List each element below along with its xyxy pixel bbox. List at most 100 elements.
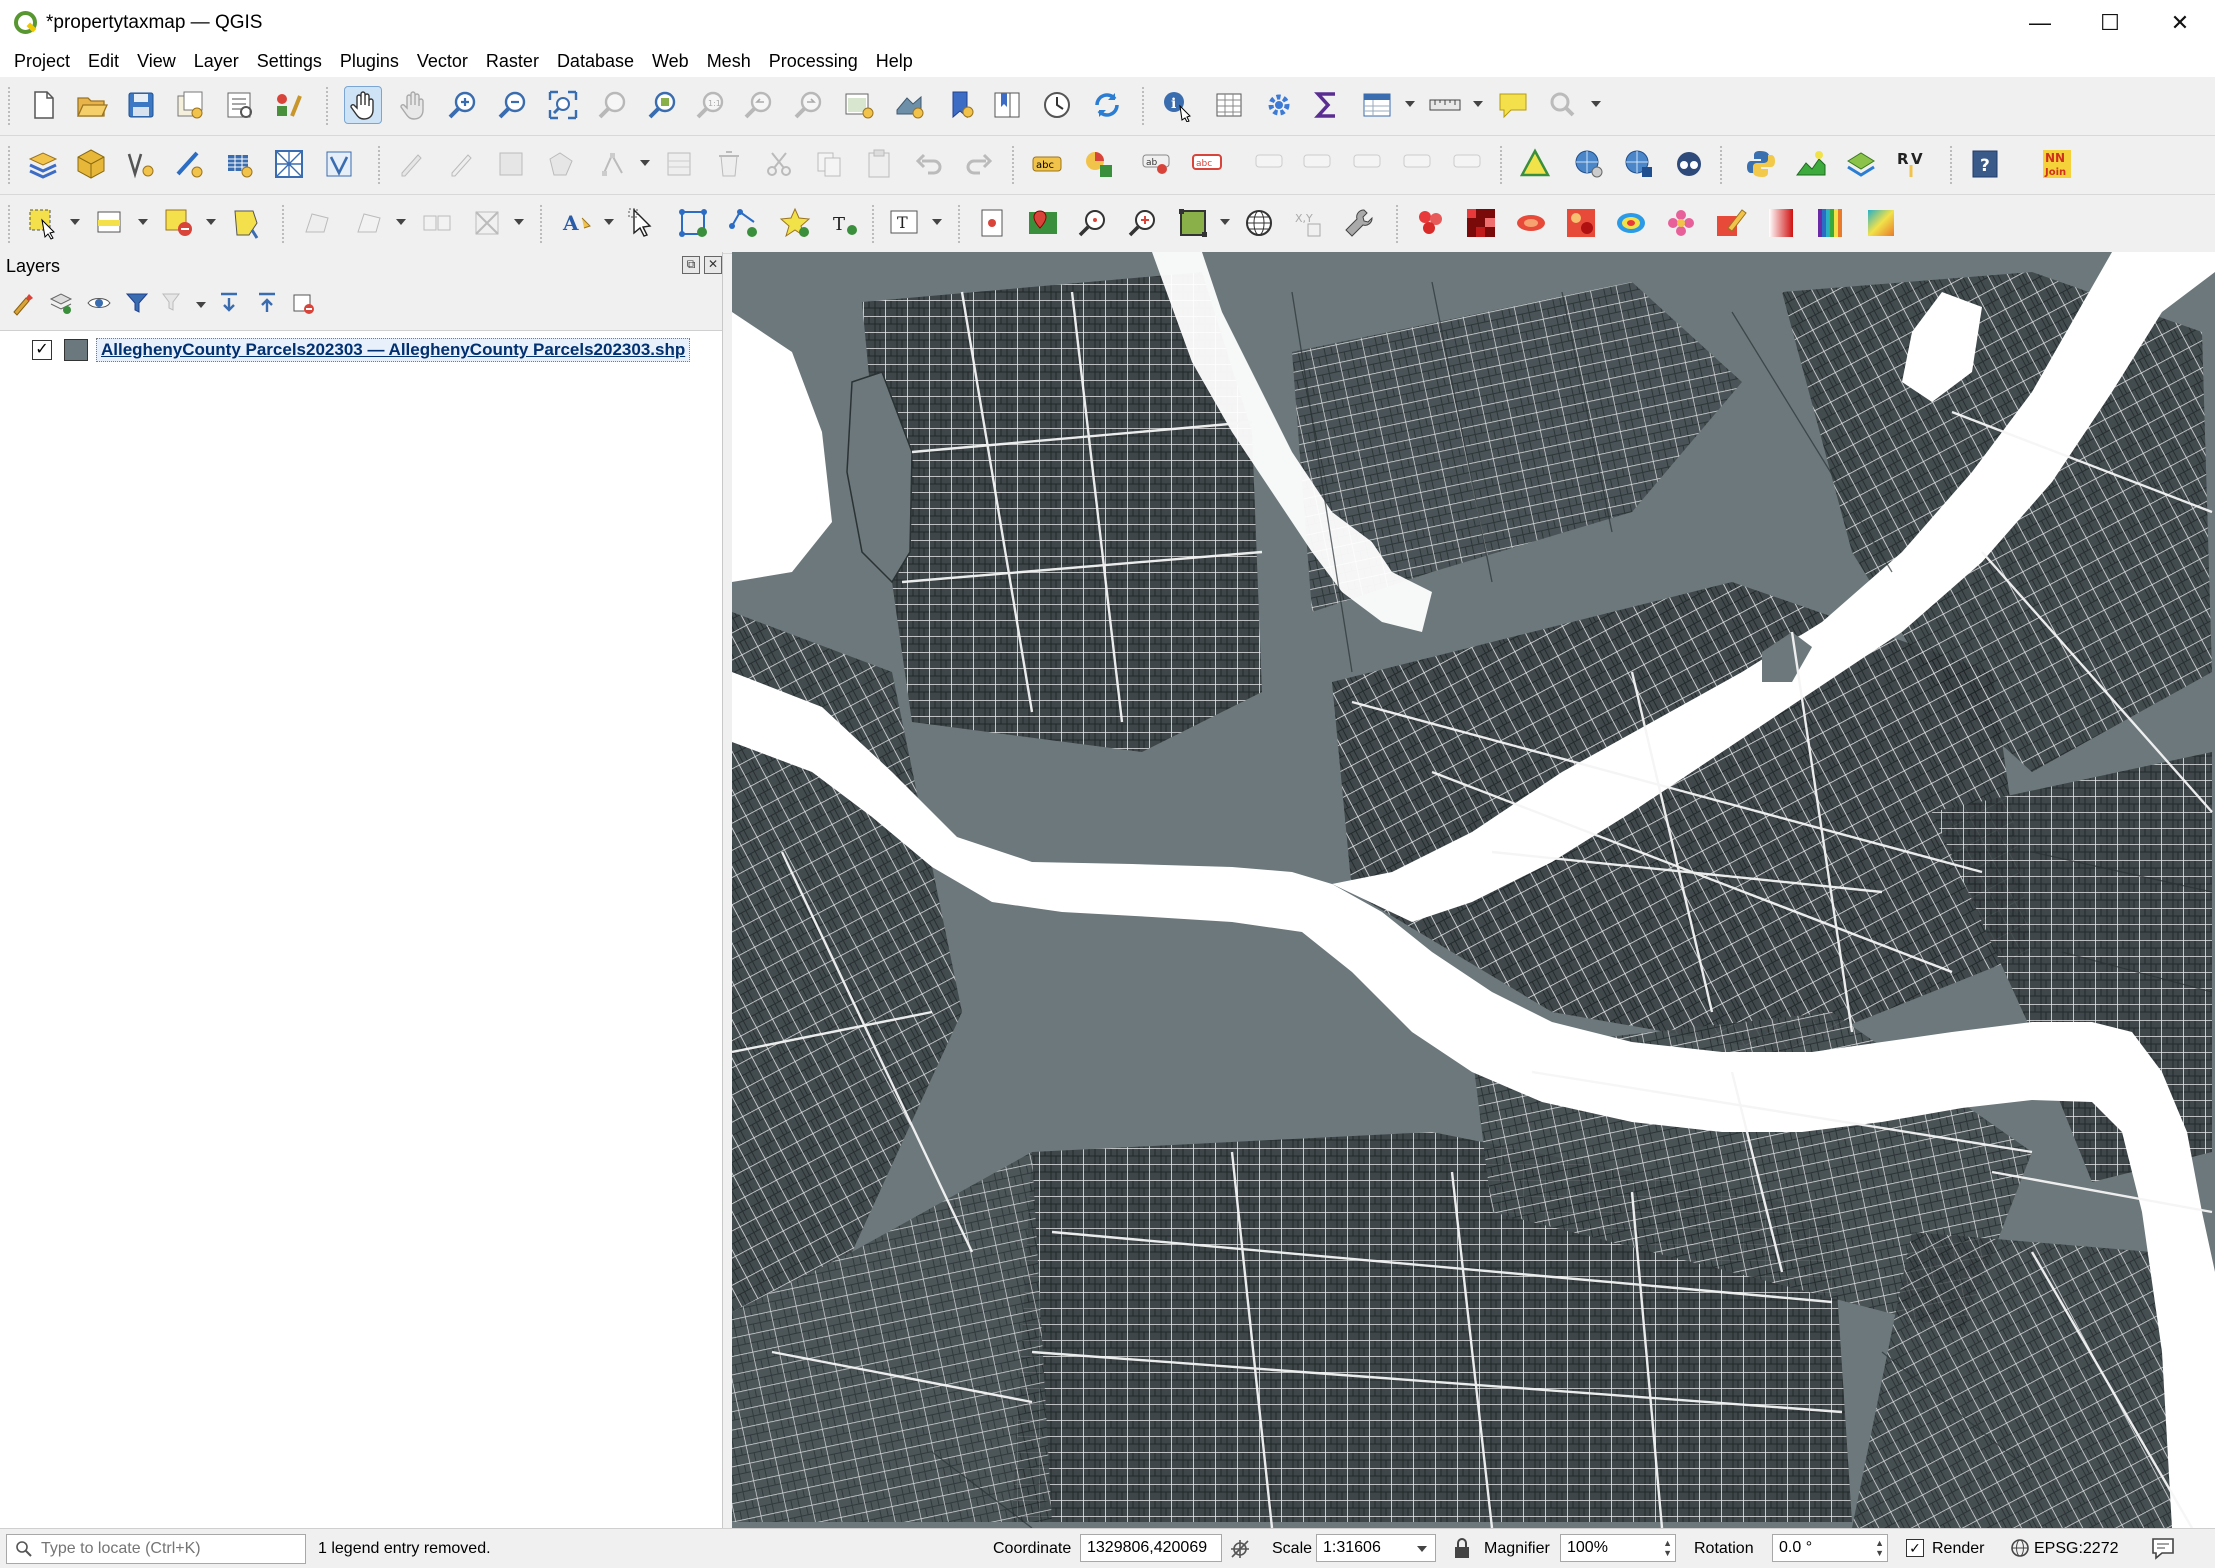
label-tool-icon[interactable]: A bbox=[560, 206, 594, 240]
menu-settings[interactable]: Settings bbox=[248, 51, 331, 72]
expand-all-icon[interactable] bbox=[216, 290, 242, 316]
crs-button[interactable]: EPSG:2272 bbox=[2034, 1540, 2119, 1558]
toolbar-handle[interactable] bbox=[1142, 87, 1148, 125]
new-virtual-vector-icon[interactable] bbox=[322, 147, 356, 181]
menu-raster[interactable]: Raster bbox=[477, 51, 548, 72]
toolbar-handle[interactable] bbox=[872, 205, 878, 243]
chevron-down-icon[interactable] bbox=[138, 219, 148, 225]
lock-scale-icon[interactable] bbox=[1452, 1537, 1472, 1564]
close-button[interactable]: ✕ bbox=[2145, 0, 2215, 46]
coordinate-toggle-icon[interactable] bbox=[1228, 1537, 1252, 1566]
color-ramp-icon[interactable] bbox=[1814, 206, 1848, 240]
help-icon[interactable]: ? bbox=[1968, 147, 2002, 181]
select-by-value-icon[interactable] bbox=[94, 206, 128, 240]
triangle-tool-icon[interactable] bbox=[1518, 147, 1552, 181]
extent-selector-icon[interactable] bbox=[1176, 206, 1210, 240]
locator-bar[interactable] bbox=[6, 1534, 306, 1564]
chevron-down-icon[interactable] bbox=[1473, 101, 1483, 107]
identify-features-icon[interactable]: i bbox=[1160, 88, 1194, 122]
menu-database[interactable]: Database bbox=[548, 51, 643, 72]
flower-symbol-icon[interactable] bbox=[1664, 206, 1698, 240]
menu-layer[interactable]: Layer bbox=[185, 51, 248, 72]
toolbar-handle[interactable] bbox=[8, 87, 14, 125]
hotspot-icon[interactable] bbox=[1564, 206, 1598, 240]
georeferencer-icon[interactable] bbox=[976, 206, 1010, 240]
zoom-full-icon[interactable] bbox=[546, 88, 580, 122]
menu-mesh[interactable]: Mesh bbox=[698, 51, 760, 72]
chevron-down-icon[interactable] bbox=[1591, 101, 1601, 107]
world-icon[interactable] bbox=[1242, 206, 1276, 240]
openlayers-icon[interactable] bbox=[1672, 147, 1706, 181]
minimize-button[interactable]: — bbox=[2005, 0, 2075, 46]
rotation-spinbox[interactable]: 0.0 ° ▲ ▼ bbox=[1772, 1534, 1888, 1562]
chevron-down-icon[interactable] bbox=[1220, 219, 1230, 225]
zoom-in-icon[interactable] bbox=[446, 88, 480, 122]
style-manager-icon[interactable] bbox=[272, 88, 306, 122]
new-virtual-layer-icon[interactable] bbox=[222, 147, 256, 181]
add-part-icon[interactable] bbox=[726, 206, 760, 240]
contour-colors-icon[interactable] bbox=[1614, 206, 1648, 240]
temporal-controller-icon[interactable] bbox=[1040, 88, 1074, 122]
chevron-down-icon[interactable] bbox=[1417, 1546, 1427, 1552]
profile-tool-icon[interactable] bbox=[1794, 147, 1828, 181]
crs-globe-icon[interactable] bbox=[2010, 1538, 2030, 1563]
layer-visibility-checkbox[interactable]: ✓ bbox=[32, 340, 52, 360]
python-console-icon[interactable] bbox=[1744, 147, 1778, 181]
spinner-arrows-icon[interactable]: ▲ ▼ bbox=[1875, 1538, 1884, 1558]
layer-item[interactable]: ✓ AlleghenyCounty Parcels202303 — Allegh… bbox=[32, 337, 691, 363]
toolbar-handle[interactable] bbox=[8, 205, 14, 243]
spinner-arrows-icon[interactable]: ▲ ▼ bbox=[1663, 1538, 1672, 1558]
menu-web[interactable]: Web bbox=[643, 51, 698, 72]
zoom-out-icon[interactable] bbox=[496, 88, 530, 122]
float-panel-icon[interactable]: ⧉ bbox=[682, 256, 700, 274]
chevron-down-icon[interactable] bbox=[1405, 101, 1415, 107]
toolbar-handle[interactable] bbox=[8, 146, 14, 184]
data-source-manager-icon[interactable] bbox=[26, 147, 60, 181]
raster-edit-icon[interactable] bbox=[1714, 206, 1748, 240]
add-text-annotation-icon[interactable]: T bbox=[828, 206, 862, 240]
menu-plugins[interactable]: Plugins bbox=[331, 51, 408, 72]
qgis2web-icon[interactable] bbox=[1844, 147, 1878, 181]
multiband-icon[interactable] bbox=[1864, 206, 1898, 240]
new-map-view-icon[interactable] bbox=[842, 88, 876, 122]
filter-legend-icon[interactable] bbox=[124, 290, 150, 316]
menu-view[interactable]: View bbox=[128, 51, 185, 72]
chevron-down-icon[interactable] bbox=[70, 219, 80, 225]
close-panel-icon[interactable]: ✕ bbox=[704, 256, 722, 274]
new-shapefile-layer-icon[interactable] bbox=[124, 147, 158, 181]
add-ring-icon[interactable] bbox=[676, 206, 710, 240]
select-by-location-icon[interactable] bbox=[230, 206, 264, 240]
wrench-icon[interactable] bbox=[1342, 206, 1376, 240]
add-point-annotation-icon[interactable] bbox=[778, 206, 812, 240]
measure-line-icon[interactable] bbox=[1428, 88, 1462, 122]
new-bookmark-icon[interactable] bbox=[944, 88, 978, 122]
menu-processing[interactable]: Processing bbox=[760, 51, 867, 72]
save-project-icon[interactable] bbox=[124, 88, 158, 122]
open-project-icon[interactable] bbox=[74, 88, 108, 122]
menu-project[interactable]: Project bbox=[0, 51, 79, 72]
zoom-to-point-icon[interactable] bbox=[1076, 206, 1110, 240]
toolbar-handle[interactable] bbox=[540, 205, 546, 243]
toolbar-handle[interactable] bbox=[282, 205, 288, 243]
pin-labels-icon[interactable]: ab bbox=[1140, 147, 1174, 181]
open-attribute-table-icon[interactable] bbox=[1212, 88, 1246, 122]
web-globe-icon[interactable] bbox=[1572, 147, 1606, 181]
new-temporary-layer-icon[interactable] bbox=[172, 147, 206, 181]
collapse-all-icon[interactable] bbox=[254, 290, 280, 316]
pan-map-icon[interactable] bbox=[344, 86, 382, 124]
toolbar-handle[interactable] bbox=[1500, 146, 1506, 184]
render-checkbox[interactable]: ✓ bbox=[1906, 1539, 1924, 1557]
map-canvas[interactable] bbox=[732, 252, 2215, 1528]
statistical-summary-icon[interactable] bbox=[1310, 88, 1344, 122]
label-layer-icon[interactable]: abc bbox=[1030, 147, 1064, 181]
add-group-icon[interactable] bbox=[48, 290, 74, 316]
coordinate-field[interactable]: 1329806,420069 bbox=[1080, 1534, 1222, 1562]
print-layout-icon[interactable] bbox=[222, 88, 256, 122]
show-hide-labels-icon[interactable]: abc bbox=[1190, 147, 1224, 181]
maximize-button[interactable]: ☐ bbox=[2075, 0, 2145, 46]
manage-visibility-icon[interactable] bbox=[86, 290, 112, 316]
zoom-to-layer-icon[interactable] bbox=[646, 88, 680, 122]
new-geopackage-layer-icon[interactable] bbox=[74, 147, 108, 181]
menu-help[interactable]: Help bbox=[867, 51, 922, 72]
toolbar-handle[interactable] bbox=[958, 205, 964, 243]
